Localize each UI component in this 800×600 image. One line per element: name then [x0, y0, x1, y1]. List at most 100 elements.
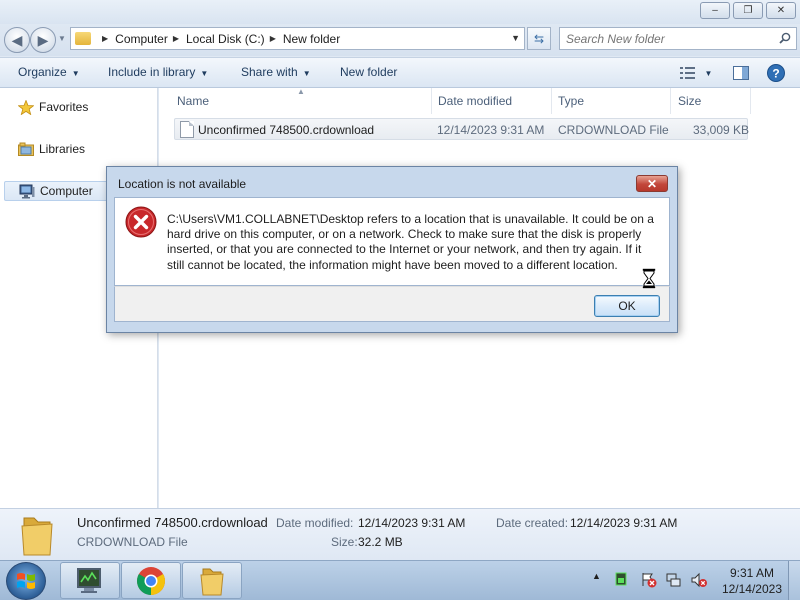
- dialog-title: Location is not available: [118, 177, 247, 191]
- column-label-date-modified: Date modified: [438, 94, 513, 108]
- task-manager-icon: [77, 567, 101, 593]
- recent-pages-dropdown-icon[interactable]: ▼: [58, 34, 66, 43]
- maximize-icon: ❐: [743, 5, 753, 16]
- column-header-name[interactable]: Name: [159, 88, 432, 114]
- column-label-size: Size: [678, 94, 702, 108]
- details-size-value: 32.2 MB: [358, 535, 403, 549]
- error-icon: [125, 206, 157, 238]
- new-folder-label: New folder: [340, 65, 398, 79]
- share-with-label: Share with: [241, 65, 298, 79]
- close-icon: ✕: [776, 5, 786, 16]
- file-size: 33,009 KB: [693, 123, 750, 137]
- forward-arrow-icon: ▶: [37, 31, 49, 48]
- tray-app-icon[interactable]: [615, 572, 627, 589]
- column-header-type[interactable]: Type: [552, 88, 671, 114]
- volume-muted-icon[interactable]: [691, 572, 707, 591]
- help-button[interactable]: ?: [766, 63, 786, 83]
- preview-pane-button[interactable]: [731, 63, 751, 83]
- dialog-body: C:\Users\VM1.COLLABNET\Desktop refers to…: [114, 197, 670, 286]
- include-in-library-label: Include in library: [108, 65, 196, 79]
- start-button[interactable]: [6, 562, 46, 600]
- minimize-button[interactable]: –: [700, 2, 730, 19]
- ok-button[interactable]: OK: [594, 295, 660, 317]
- breadcrumb-new-folder[interactable]: New folder: [283, 32, 340, 46]
- chevron-down-icon: ▼: [704, 68, 713, 78]
- nav-label-computer: Computer: [40, 184, 93, 198]
- breadcrumb-separator-icon[interactable]: ▶: [270, 34, 276, 43]
- details-file-name: Unconfirmed 748500.crdownload: [77, 515, 268, 530]
- network-icon[interactable]: [666, 572, 682, 591]
- dialog-footer: OK: [114, 286, 670, 322]
- details-date-modified-value: 12/14/2023 9:31 AM: [358, 516, 466, 530]
- folder-icon: [21, 517, 53, 556]
- details-date-created-label: Date created:: [496, 516, 569, 530]
- details-date-created-value: 12/14/2023 9:31 AM: [570, 516, 678, 530]
- breadcrumb-separator-icon[interactable]: ▶: [173, 34, 179, 43]
- back-button[interactable]: ◀: [4, 27, 30, 53]
- system-clock[interactable]: 9:31 AM 12/14/2023: [722, 565, 782, 597]
- svg-text:?: ?: [772, 67, 779, 81]
- preview-pane-icon: [733, 66, 749, 80]
- taskbar: ▲ 9:31 AM 12/14/2023: [0, 560, 800, 600]
- column-header-date-modified[interactable]: Date modified: [432, 88, 552, 114]
- refresh-icon: ⇆: [533, 31, 545, 46]
- chevron-down-icon: ▼: [71, 69, 80, 78]
- details-size-label: Size:: [331, 535, 358, 549]
- error-dialog: Location is not available ✕ C:\Users\VM1…: [106, 166, 678, 333]
- nav-item-favorites[interactable]: Favorites: [4, 97, 156, 117]
- file-icon: [180, 121, 194, 138]
- organize-button[interactable]: Organize ▼: [18, 65, 80, 79]
- show-hidden-icons-button[interactable]: ▲: [592, 571, 601, 581]
- nav-label-favorites: Favorites: [39, 100, 89, 114]
- busy-cursor-icon: [642, 268, 656, 289]
- minimize-icon: –: [712, 5, 718, 16]
- back-arrow-icon: ◀: [11, 31, 23, 48]
- maximize-button[interactable]: ❐: [733, 2, 763, 19]
- file-type: CRDOWNLOAD File: [558, 123, 669, 137]
- column-label-name: Name: [177, 94, 210, 108]
- column-header-size[interactable]: Size: [671, 88, 751, 114]
- search-box[interactable]: [559, 27, 797, 50]
- search-icon[interactable]: [779, 32, 791, 44]
- taskbar-app-chrome[interactable]: [121, 562, 181, 599]
- chrome-icon: [137, 566, 165, 595]
- taskbar-app-explorer[interactable]: [182, 562, 242, 599]
- breadcrumb-computer[interactable]: Computer: [115, 32, 168, 46]
- folder-icon: [75, 32, 91, 45]
- column-label-type: Type: [558, 94, 585, 108]
- forward-button[interactable]: ▶: [30, 27, 56, 53]
- chevron-down-icon: ▼: [302, 69, 311, 78]
- include-in-library-button[interactable]: Include in library ▼: [108, 65, 208, 79]
- chevron-down-icon: ▼: [200, 69, 209, 78]
- file-row[interactable]: Unconfirmed 748500.crdownload 12/14/2023…: [174, 118, 750, 140]
- close-button[interactable]: ✕: [766, 2, 796, 19]
- share-with-button[interactable]: Share with ▼: [241, 65, 311, 79]
- details-file-type: CRDOWNLOAD File: [77, 535, 188, 549]
- help-icon: ?: [767, 64, 785, 82]
- search-input[interactable]: [566, 31, 766, 46]
- organize-label: Organize: [18, 65, 67, 79]
- show-desktop-button[interactable]: [788, 561, 800, 600]
- taskbar-app-task-manager[interactable]: [60, 562, 120, 599]
- dialog-close-button[interactable]: ✕: [636, 175, 668, 192]
- breadcrumb-separator-icon[interactable]: ▶: [102, 34, 108, 43]
- address-row: ◀ ▶ ▼ ▶ Computer ▶ Local Disk (C:) ▶ New fo…: [0, 24, 800, 56]
- address-dropdown-icon[interactable]: ▼: [511, 33, 520, 43]
- refresh-button[interactable]: ⇆: [527, 27, 551, 50]
- details-pane: Unconfirmed 748500.crdownload CRDOWNLOAD…: [0, 508, 800, 560]
- new-folder-button[interactable]: New folder: [340, 65, 397, 79]
- windows-logo-icon: [17, 573, 35, 589]
- file-name: Unconfirmed 748500.crdownload: [198, 123, 375, 137]
- computer-icon: [19, 184, 35, 199]
- command-bar: Organize ▼ Include in library ▼ Share with…: [0, 57, 800, 88]
- change-view-button[interactable]: ▼: [676, 63, 716, 83]
- star-icon: [18, 99, 34, 115]
- libraries-icon: [18, 142, 34, 157]
- details-date-modified-label: Date modified:: [276, 516, 354, 530]
- file-date-modified: 12/14/2023 9:31 AM: [437, 123, 545, 137]
- view-list-icon: [679, 67, 695, 79]
- nav-item-libraries[interactable]: Libraries: [4, 139, 156, 159]
- address-bar[interactable]: ▶ Computer ▶ Local Disk (C:) ▶ New folder ▼: [70, 27, 525, 50]
- action-center-icon[interactable]: [641, 572, 657, 591]
- breadcrumb-local-disk[interactable]: Local Disk (C:): [186, 32, 265, 46]
